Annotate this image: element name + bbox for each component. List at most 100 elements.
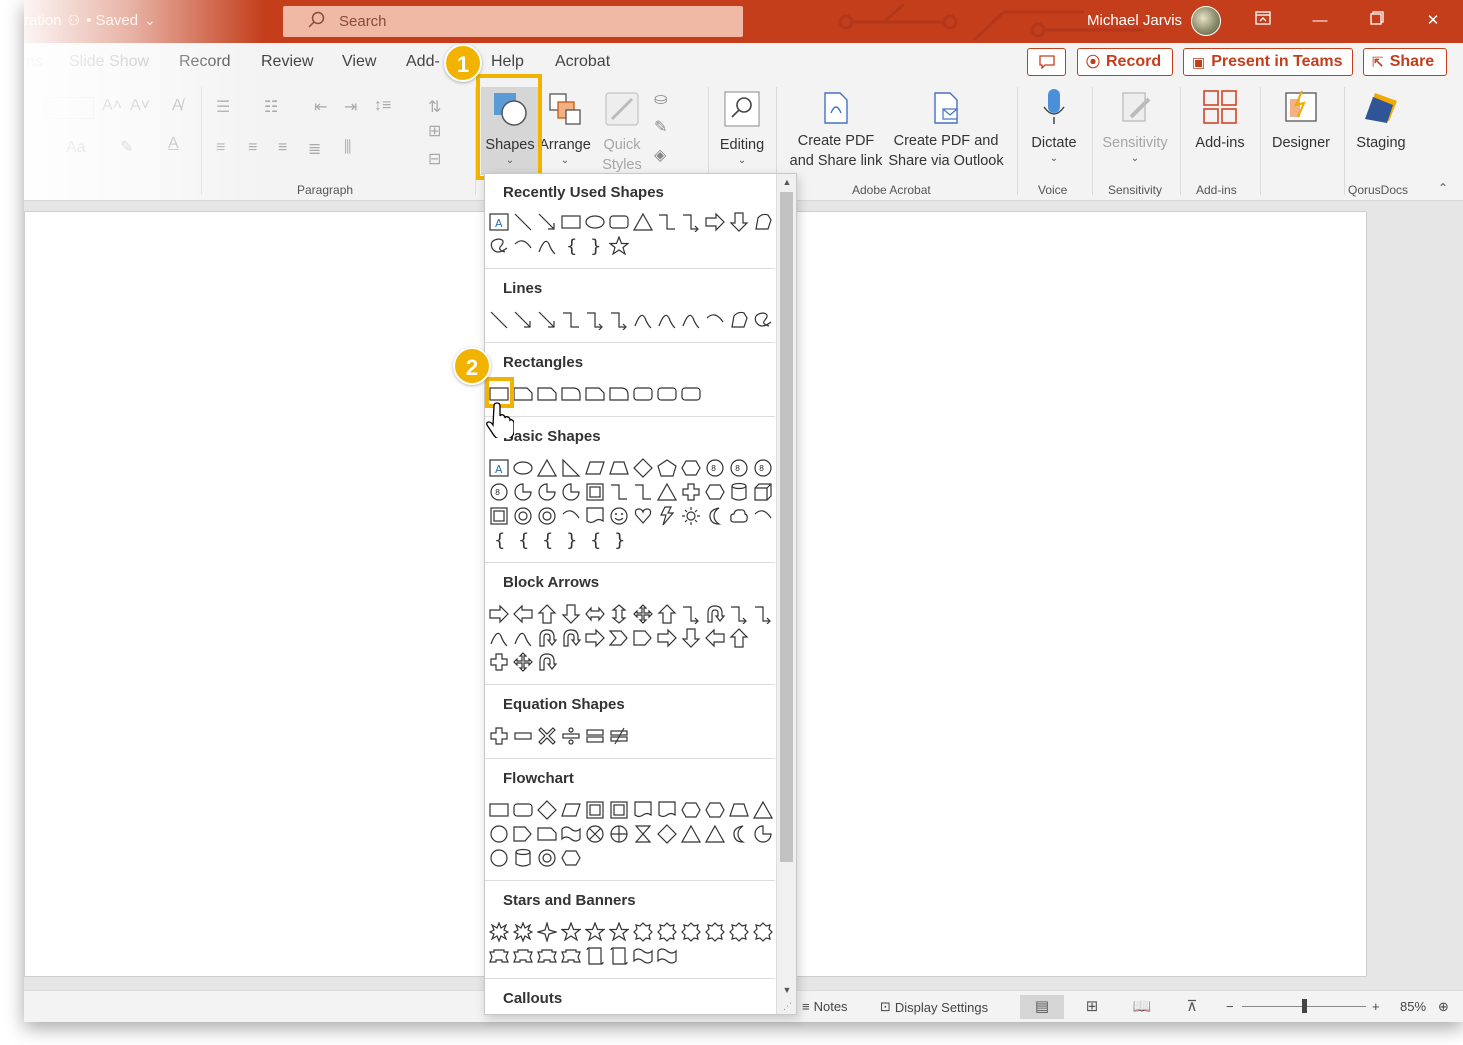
shape-textbox-icon[interactable]: A xyxy=(487,456,511,480)
normal-view-button[interactable]: ▤ xyxy=(1020,995,1064,1019)
highlight-color-icon[interactable]: ✎ xyxy=(120,137,133,157)
tab-review[interactable]: Review xyxy=(261,53,313,71)
shape-orc-icon[interactable] xyxy=(607,822,631,846)
shape-lbrace-icon[interactable]: { xyxy=(559,234,583,258)
shape-elbow-icon[interactable] xyxy=(655,210,679,234)
shape-darrow-icon[interactable] xyxy=(727,210,751,234)
shape-uturn-icon[interactable] xyxy=(535,650,559,674)
present-in-teams-button[interactable]: ▣ Present in Teams xyxy=(1183,48,1353,76)
shape-seal-icon[interactable] xyxy=(751,920,775,944)
shape-ring-icon[interactable] xyxy=(535,846,559,870)
shape-rrect-icon[interactable] xyxy=(679,382,703,406)
shape-round1-icon[interactable] xyxy=(559,382,583,406)
shape-bolt-icon[interactable] xyxy=(655,504,679,528)
bullets-icon[interactable]: ☰ xyxy=(216,97,230,117)
avatar[interactable] xyxy=(1191,6,1221,36)
zoom-out-button[interactable]: − xyxy=(1226,999,1234,1014)
sensitivity-button[interactable]: Sensitivity ⌄ xyxy=(1098,87,1172,165)
shape-plus-icon[interactable] xyxy=(679,480,703,504)
shape-hexagon-icon[interactable] xyxy=(679,798,703,822)
shape-freeform-icon[interactable] xyxy=(727,308,751,332)
shape-star-icon[interactable] xyxy=(559,920,583,944)
shape-larrow-icon[interactable] xyxy=(511,602,535,626)
scroll-down-icon[interactable]: ▼ xyxy=(777,982,796,998)
shape-burst-icon[interactable] xyxy=(487,920,511,944)
shape-line-icon[interactable] xyxy=(511,210,535,234)
slide-sorter-button[interactable]: ⊞ xyxy=(1070,995,1114,1019)
shape-numcircle-icon[interactable]: 8 xyxy=(487,480,511,504)
scroll-thumb[interactable] xyxy=(780,192,793,862)
editing-button[interactable]: Editing ⌄ xyxy=(714,87,770,175)
search-box[interactable]: Search xyxy=(283,6,743,37)
shape-smiley-icon[interactable] xyxy=(607,504,631,528)
shape-rrect-icon[interactable] xyxy=(607,210,631,234)
shape-elbowarr-icon[interactable] xyxy=(607,308,631,332)
shape-tri-icon[interactable] xyxy=(751,798,775,822)
shape-pie-icon[interactable] xyxy=(751,822,775,846)
increase-indent-icon[interactable]: ⇥ xyxy=(344,97,357,117)
tab-slide-show[interactable]: Slide Show xyxy=(69,53,149,71)
shape-lrarrow-icon[interactable] xyxy=(583,602,607,626)
user-name[interactable]: Michael Jarvis xyxy=(1087,12,1182,29)
grow-font-icon[interactable]: A˄ xyxy=(102,97,122,115)
arrange-button[interactable]: Arrange ⌄ xyxy=(539,87,591,175)
resize-grip-icon[interactable]: ⋰ xyxy=(783,1001,792,1012)
shape-elbowarr-icon[interactable] xyxy=(751,602,775,626)
shape-snip-icon[interactable] xyxy=(511,382,535,406)
shape-seal-icon[interactable] xyxy=(679,920,703,944)
decrease-indent-icon[interactable]: ⇤ xyxy=(314,97,327,117)
shape-frame-icon[interactable] xyxy=(583,798,607,822)
shape-para-icon[interactable] xyxy=(583,456,607,480)
align-center-icon[interactable]: ≡ xyxy=(248,139,257,157)
comments-button[interactable] xyxy=(1027,48,1066,76)
shape-heart-icon[interactable] xyxy=(631,504,655,528)
shape-homeplate-icon[interactable] xyxy=(631,626,655,650)
shape-arc-icon[interactable] xyxy=(511,234,535,258)
scroll-up-icon[interactable]: ▲ xyxy=(777,174,796,190)
shape-lbrace-icon[interactable]: { xyxy=(583,528,607,552)
shape-quad-icon[interactable] xyxy=(631,602,655,626)
shape-rbrace-icon[interactable]: } xyxy=(583,234,607,258)
shape-elbow-icon[interactable] xyxy=(607,480,631,504)
shape-diamond-icon[interactable] xyxy=(631,456,655,480)
shape-numcircle-icon[interactable]: 8 xyxy=(703,456,727,480)
shape-diamond-icon[interactable] xyxy=(535,798,559,822)
columns-icon[interactable]: ⫼ xyxy=(344,139,351,157)
text-direction-icon[interactable]: ⇅ xyxy=(428,97,441,117)
shape-effects-icon[interactable]: ◈ xyxy=(654,145,666,165)
shape-para-icon[interactable] xyxy=(559,798,583,822)
shape-larrow-icon[interactable] xyxy=(703,626,727,650)
shape-pie-icon[interactable] xyxy=(535,480,559,504)
shape-numcircle-icon[interactable]: 8 xyxy=(751,456,775,480)
shape-plus-icon[interactable] xyxy=(487,724,511,748)
shape-uturn-icon[interactable] xyxy=(559,626,583,650)
shape-rbrace-icon[interactable]: } xyxy=(607,528,631,552)
shape-uturn-icon[interactable] xyxy=(535,626,559,650)
shape-rect-icon[interactable] xyxy=(487,798,511,822)
shape-tri-icon[interactable] xyxy=(703,822,727,846)
shape-noteq-icon[interactable] xyxy=(607,724,631,748)
align-text-icon[interactable]: ⊞ xyxy=(428,121,441,141)
gallery-scrollbar[interactable]: ▲ ▼ xyxy=(776,174,796,1014)
shape-freeform-icon[interactable] xyxy=(751,210,775,234)
shape-doc-icon[interactable] xyxy=(631,798,655,822)
shape-seal-icon[interactable] xyxy=(703,920,727,944)
shape-arrowline-icon[interactable] xyxy=(535,210,559,234)
shape-oval-icon[interactable] xyxy=(583,210,607,234)
shape-moon-icon[interactable] xyxy=(703,504,727,528)
shape-curve-icon[interactable] xyxy=(631,308,655,332)
shape-scribble-icon[interactable] xyxy=(487,234,511,258)
shape-plus-icon[interactable] xyxy=(487,650,511,674)
align-right-icon[interactable]: ≡ xyxy=(278,139,287,157)
minimize-icon[interactable]: — xyxy=(1307,8,1333,34)
tab-acrobat[interactable]: Acrobat xyxy=(555,53,610,71)
shape-uarrow-icon[interactable] xyxy=(655,602,679,626)
shape-hexagon-icon[interactable] xyxy=(703,480,727,504)
close-icon[interactable]: ✕ xyxy=(1420,8,1446,34)
shape-uturn-icon[interactable] xyxy=(703,602,727,626)
display-settings-button[interactable]: ⊡ Display Settings xyxy=(880,999,988,1015)
shape-pent-icon[interactable] xyxy=(655,456,679,480)
shape-burst-icon[interactable] xyxy=(511,920,535,944)
shape-wave-icon[interactable] xyxy=(631,944,655,968)
shape-pie-icon[interactable] xyxy=(559,480,583,504)
